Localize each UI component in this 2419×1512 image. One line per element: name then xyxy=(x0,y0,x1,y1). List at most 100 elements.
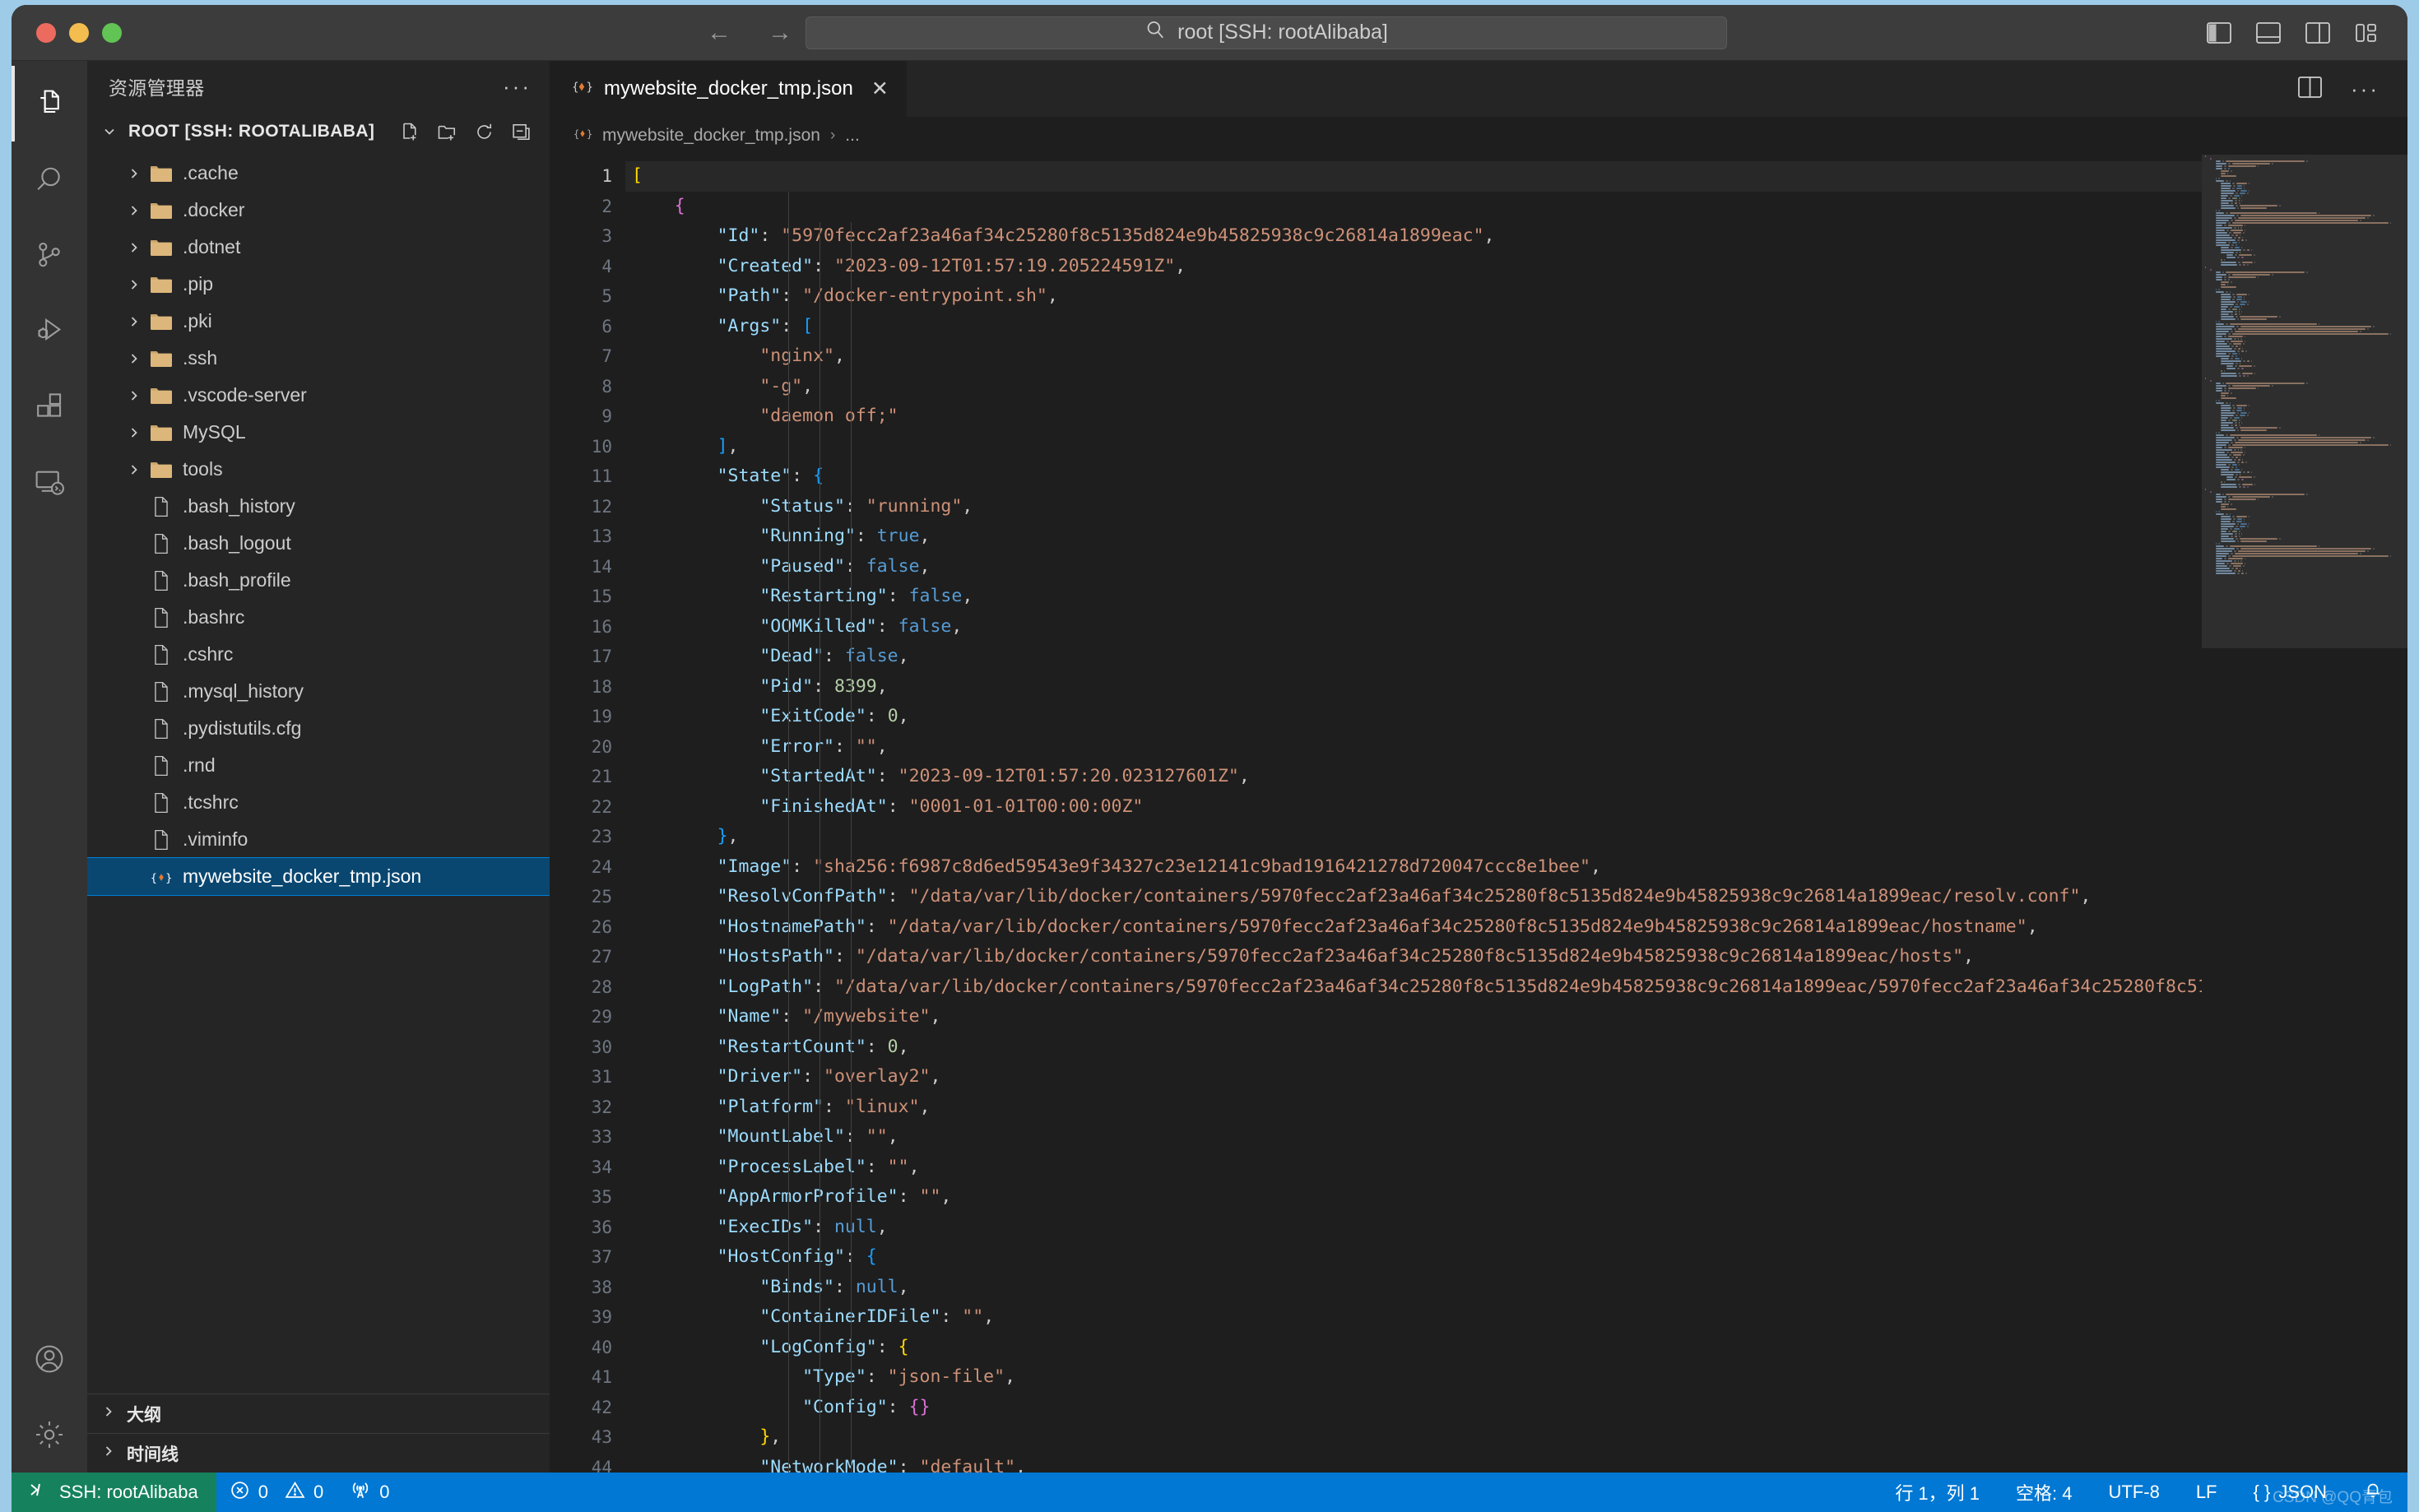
activity-bar-item-search[interactable] xyxy=(12,141,87,217)
code-line[interactable]: "Name": "/mywebsite", xyxy=(625,1002,2202,1032)
editor-more-actions-icon[interactable]: ··· xyxy=(2351,77,2380,102)
customize-layout-icon[interactable] xyxy=(2355,22,2380,44)
code-line[interactable]: { xyxy=(625,192,2202,222)
status-remote-host[interactable]: SSH: rootAlibaba xyxy=(12,1473,216,1512)
breadcrumb-trailing[interactable]: ... xyxy=(845,126,860,146)
code-line[interactable]: "Running": true, xyxy=(625,522,2202,552)
code-line[interactable]: "Binds": null, xyxy=(625,1273,2202,1303)
close-window-button[interactable] xyxy=(36,23,56,43)
code-line[interactable]: "HostsPath": "/data/var/lib/docker/conta… xyxy=(625,942,2202,972)
status-indentation[interactable]: 空格: 4 xyxy=(1998,1473,2090,1512)
tree-folder-row[interactable]: tools xyxy=(87,451,550,488)
breadcrumb[interactable]: {} mywebsite_docker_tmp.json › ... xyxy=(550,117,2407,155)
tree-file-row[interactable]: .bash_history xyxy=(87,488,550,525)
code-line[interactable]: "ResolvConfPath": "/data/var/lib/docker/… xyxy=(625,882,2202,912)
command-center[interactable]: root [SSH: rootAlibaba] xyxy=(806,16,1727,49)
code-line[interactable]: "Path": "/docker-entrypoint.sh", xyxy=(625,281,2202,312)
code-line[interactable]: "AppArmorProfile": "", xyxy=(625,1182,2202,1213)
code-line[interactable]: "ExitCode": 0, xyxy=(625,702,2202,732)
activity-bar-item-remote-explorer[interactable] xyxy=(12,444,87,520)
status-problems[interactable]: 0 0 xyxy=(216,1473,337,1512)
tree-file-row[interactable]: .tcshrc xyxy=(87,784,550,821)
tree-folder-row[interactable]: .ssh xyxy=(87,340,550,377)
tree-file-row[interactable]: .bashrc xyxy=(87,599,550,636)
tree-folder-row[interactable]: .vscode-server xyxy=(87,377,550,414)
tree-folder-row[interactable]: MySQL xyxy=(87,414,550,451)
code-line[interactable]: "RestartCount": 0, xyxy=(625,1032,2202,1063)
split-editor-icon[interactable] xyxy=(2298,76,2323,103)
tree-file-row[interactable]: .rnd xyxy=(87,747,550,784)
code-line[interactable]: "-g", xyxy=(625,372,2202,402)
maximize-window-button[interactable] xyxy=(102,23,122,43)
status-notifications[interactable] xyxy=(2345,1473,2401,1512)
tree-folder-row[interactable]: .docker xyxy=(87,192,550,229)
code-line[interactable]: "Error": "", xyxy=(625,732,2202,763)
tree-folder-row[interactable]: .pip xyxy=(87,266,550,303)
tab-mywebsite-docker-tmp-json[interactable]: {} mywebsite_docker_tmp.json ✕ xyxy=(550,61,908,117)
code-line[interactable]: "ProcessLabel": "", xyxy=(625,1153,2202,1183)
code-line[interactable]: "Status": "running", xyxy=(625,492,2202,522)
code-line[interactable]: "FinishedAt": "0001-01-01T00:00:00Z" xyxy=(625,792,2202,823)
activity-bar-item-extensions[interactable] xyxy=(12,369,87,444)
code-line[interactable]: "Id": "5970fecc2af23a46af34c25280f8c5135… xyxy=(625,221,2202,252)
tree-file-row[interactable]: .viminfo xyxy=(87,821,550,858)
toggle-primary-sidebar-icon[interactable] xyxy=(2207,22,2231,44)
code-content[interactable]: [ { "Id": "5970fecc2af23a46af34c25280f8c… xyxy=(625,155,2202,1473)
tree-folder-row[interactable]: .dotnet xyxy=(87,229,550,266)
outline-section-header[interactable]: 大纲 xyxy=(87,1394,550,1433)
activity-bar-item-explorer[interactable] xyxy=(12,66,87,141)
file-tree[interactable]: .cache.docker.dotnet.pip.pki.ssh.vscode-… xyxy=(87,151,550,1394)
code-line[interactable]: [ xyxy=(625,161,2202,192)
activity-bar-item-accounts[interactable] xyxy=(12,1321,87,1397)
code-line[interactable]: "Platform": "linux", xyxy=(625,1092,2202,1123)
code-line[interactable]: "OOMKilled": false, xyxy=(625,612,2202,642)
new-file-icon[interactable] xyxy=(400,122,420,142)
sidebar-more-actions-icon[interactable]: ··· xyxy=(503,74,532,100)
minimap[interactable] xyxy=(2202,155,2407,1473)
code-line[interactable]: "State": { xyxy=(625,461,2202,492)
code-editor[interactable]: 1234567891011121314151617181920212223242… xyxy=(550,155,2407,1473)
activity-bar-item-settings[interactable] xyxy=(12,1397,87,1473)
code-line[interactable]: }, xyxy=(625,1422,2202,1453)
code-line[interactable]: "Image": "sha256:f6987c8d6ed59543e9f3432… xyxy=(625,852,2202,883)
status-ports[interactable]: 0 xyxy=(337,1473,402,1512)
code-line[interactable]: "nginx", xyxy=(625,341,2202,372)
code-line[interactable]: "HostConfig": { xyxy=(625,1242,2202,1273)
code-line[interactable]: "Dead": false, xyxy=(625,642,2202,672)
tree-file-row[interactable]: .bash_logout xyxy=(87,525,550,562)
tree-file-row[interactable]: .pydistutils.cfg xyxy=(87,710,550,747)
code-line[interactable]: }, xyxy=(625,822,2202,852)
explorer-root-section-header[interactable]: ROOT [SSH: ROOTALIBABA] xyxy=(87,112,550,151)
status-eol[interactable]: LF xyxy=(2178,1473,2236,1512)
tree-file-row[interactable]: .bash_profile xyxy=(87,562,550,599)
close-tab-icon[interactable]: ✕ xyxy=(871,77,889,101)
status-encoding[interactable]: UTF-8 xyxy=(2090,1473,2177,1512)
code-line[interactable]: "LogPath": "/data/var/lib/docker/contain… xyxy=(625,972,2202,1003)
refresh-icon[interactable] xyxy=(474,122,494,142)
status-cursor-position[interactable]: 行 1，列 1 xyxy=(1877,1473,1998,1512)
code-line[interactable]: "ContainerIDFile": "", xyxy=(625,1302,2202,1333)
collapse-all-icon[interactable] xyxy=(511,122,532,142)
tree-file-row-selected[interactable]: {}mywebsite_docker_tmp.json xyxy=(87,858,550,895)
code-line[interactable]: "NetworkMode": "default", xyxy=(625,1453,2202,1473)
activity-bar-item-source-control[interactable] xyxy=(12,217,87,293)
toggle-panel-icon[interactable] xyxy=(2256,22,2281,44)
go-back-icon[interactable]: ← xyxy=(707,21,731,45)
breadcrumb-file[interactable]: mywebsite_docker_tmp.json xyxy=(602,126,820,146)
activity-bar-item-run-and-debug[interactable] xyxy=(12,293,87,369)
minimap-slider[interactable] xyxy=(2202,155,2407,648)
code-line[interactable]: "Type": "json-file", xyxy=(625,1362,2202,1393)
code-line[interactable]: "daemon off;" xyxy=(625,401,2202,432)
code-line[interactable]: "Config": {} xyxy=(625,1393,2202,1423)
code-line[interactable]: "HostnamePath": "/data/var/lib/docker/co… xyxy=(625,912,2202,943)
code-line[interactable]: "MountLabel": "", xyxy=(625,1122,2202,1153)
toggle-secondary-sidebar-icon[interactable] xyxy=(2305,22,2330,44)
code-line[interactable]: "Pid": 8399, xyxy=(625,672,2202,703)
tree-file-row[interactable]: .cshrc xyxy=(87,636,550,673)
code-line[interactable]: "Restarting": false, xyxy=(625,582,2202,612)
timeline-section-header[interactable]: 时间线 xyxy=(87,1433,550,1473)
tree-folder-row[interactable]: .cache xyxy=(87,155,550,192)
code-line[interactable]: ], xyxy=(625,432,2202,462)
code-line[interactable]: "LogConfig": { xyxy=(625,1333,2202,1363)
code-line[interactable]: "StartedAt": "2023-09-12T01:57:20.023127… xyxy=(625,762,2202,792)
